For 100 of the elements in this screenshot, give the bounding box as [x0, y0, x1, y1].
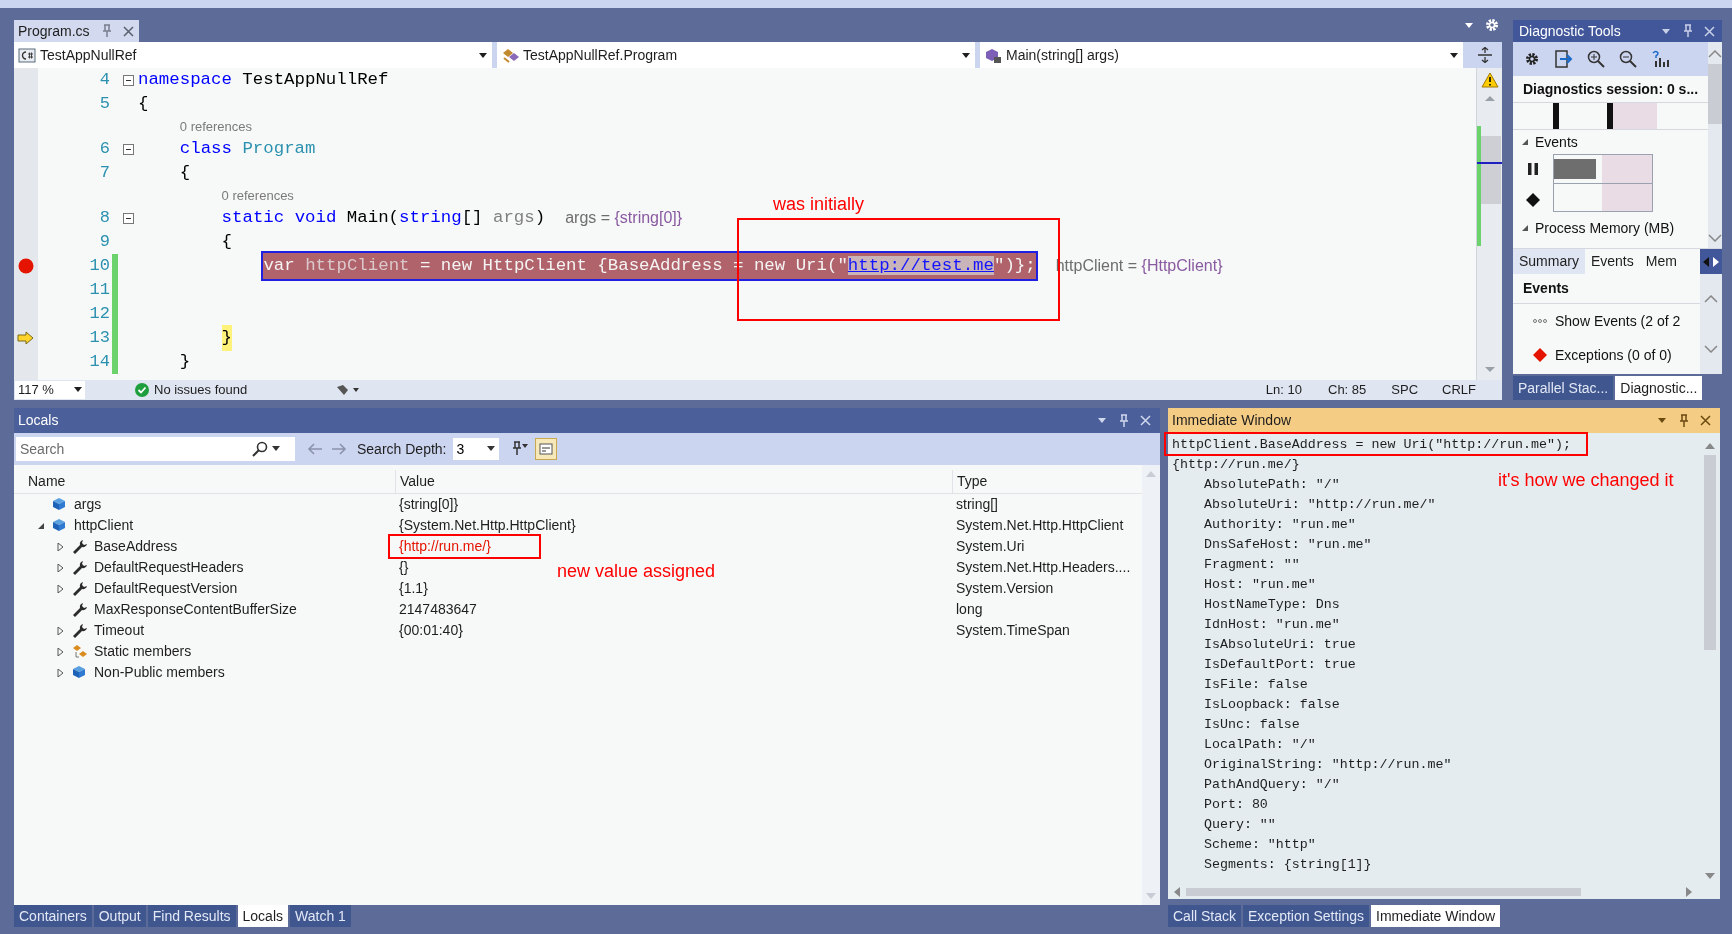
tab[interactable]: Exception Settings [1243, 905, 1369, 927]
variable-value[interactable]: {http://run.me/} [399, 536, 491, 557]
settings-icon[interactable] [1484, 17, 1500, 33]
tab[interactable]: Containers [14, 905, 92, 927]
brush-icon[interactable] [335, 383, 360, 397]
collapse-icon[interactable] [122, 212, 134, 224]
column-header[interactable]: Name [14, 470, 395, 493]
code-text: { [138, 92, 149, 115]
scroll-up-icon[interactable] [1704, 295, 1718, 303]
scroll-down-icon[interactable] [1705, 873, 1715, 879]
collapsed-icon[interactable] [57, 668, 65, 677]
tab[interactable]: Output [93, 905, 146, 927]
zoom-dropdown[interactable]: 117 % [15, 381, 85, 399]
command-text[interactable]: httpClient.BaseAddress = new Uri("http://run.me"); [1172, 435, 1700, 455]
variable-value[interactable]: {string[0]} [399, 494, 459, 515]
variable-value[interactable]: {System.Net.Http.HttpClient} [399, 515, 576, 536]
filter-link[interactable]: Exceptions (0 of 0) [1555, 344, 1672, 366]
search-depth-dropdown[interactable]: 3 [452, 438, 499, 460]
collapse-icon[interactable] [122, 143, 134, 155]
navigation-dropdown[interactable]: TestAppNullRef.Program [497, 42, 975, 68]
scroll-right-icon[interactable] [1686, 887, 1692, 897]
search-field[interactable]: Search [16, 437, 252, 461]
scroll-thumb[interactable] [1704, 455, 1716, 650]
line-indicator[interactable]: Ln: 10 [1265, 380, 1302, 400]
column-indicator[interactable]: Ch: 85 [1328, 380, 1367, 400]
pin-icon[interactable] [1677, 413, 1689, 428]
code-text: [] [461, 206, 484, 229]
variable-value[interactable]: {1.1} [399, 578, 428, 599]
scrollbar[interactable] [1700, 274, 1722, 374]
section-header[interactable]: Process Memory (MB) [1535, 217, 1675, 239]
line-number: 13 [89, 328, 110, 348]
pin-icon[interactable] [1117, 413, 1129, 428]
variable-name: args [74, 495, 102, 514]
output-text: Query: "" [1204, 816, 1276, 834]
code-text: args [492, 206, 535, 229]
close-icon[interactable] [1699, 414, 1712, 427]
scrollbar[interactable] [1708, 42, 1722, 248]
filter-link[interactable]: Show Events (2 of 2 [1555, 310, 1681, 332]
scroll-down-icon[interactable] [1708, 234, 1722, 242]
warning-icon[interactable] [1480, 72, 1499, 88]
whitespace-indicator[interactable]: SPC [1391, 380, 1419, 400]
split-icon[interactable] [1477, 47, 1493, 63]
scrollbar[interactable] [1168, 885, 1720, 899]
section-header[interactable]: Events [1535, 131, 1578, 153]
variable-value[interactable]: 2147483647 [399, 599, 477, 620]
navigation-dropdown[interactable]: Main(string[] args) [980, 42, 1463, 68]
tab[interactable]: Call Stack [1168, 905, 1242, 927]
close-icon[interactable] [121, 24, 135, 38]
dropdown-icon[interactable] [1657, 416, 1667, 425]
search-options-button[interactable] [252, 437, 295, 461]
tab-scroll-control[interactable] [1700, 249, 1722, 274]
line-ending-indicator[interactable]: CRLF [1442, 380, 1476, 400]
collapse-icon[interactable] [122, 74, 134, 86]
codelens-text[interactable]: 0 references [179, 116, 253, 137]
scroll-thumb[interactable] [1708, 64, 1722, 124]
dropdown-icon[interactable] [1464, 20, 1474, 30]
expanded-icon[interactable] [1521, 224, 1529, 232]
scroll-down-icon[interactable] [1704, 345, 1718, 353]
collapsed-icon[interactable] [57, 542, 65, 551]
breakpoint-icon[interactable] [18, 258, 34, 274]
collapsed-icon[interactable] [57, 647, 65, 656]
bar-chart-icon[interactable] [1651, 50, 1669, 68]
scroll-up-icon[interactable] [1705, 443, 1715, 449]
issues-status[interactable]: No issues found [154, 380, 248, 400]
zoom-out-icon[interactable] [1619, 50, 1637, 68]
settings-icon[interactable] [1523, 50, 1541, 68]
tab[interactable]: Find Results [147, 905, 236, 927]
navigation-dropdown[interactable]: TestAppNullRef [14, 42, 492, 68]
collapsed-icon[interactable] [57, 626, 65, 635]
tab[interactable]: Parallel Stac... [1513, 376, 1614, 400]
expanded-icon[interactable] [37, 521, 45, 530]
tab[interactable]: Summary [1513, 249, 1585, 274]
pin-filter-icon[interactable] [510, 440, 529, 458]
document-tab[interactable]: Program.cs [14, 20, 139, 42]
dropdown-icon[interactable] [1661, 26, 1671, 36]
scroll-thumb[interactable] [1186, 888, 1581, 896]
dropdown-icon[interactable] [1097, 416, 1107, 425]
expanded-icon[interactable] [1521, 138, 1529, 146]
collapsed-icon[interactable] [57, 584, 65, 593]
scroll-up-icon[interactable] [1708, 50, 1722, 58]
tab[interactable]: Watch 1 [290, 905, 351, 927]
export-icon[interactable] [1555, 50, 1573, 68]
pin-icon[interactable] [1681, 24, 1693, 38]
tab[interactable]: Mem [1639, 249, 1683, 274]
variable-value[interactable]: {00:01:40} [399, 620, 463, 641]
variable-value[interactable]: {} [399, 557, 409, 578]
tab[interactable]: Events [1584, 249, 1640, 274]
annotation-text: was initially [773, 193, 865, 216]
tab[interactable]: Immediate Window [1371, 905, 1501, 927]
tab-view-icon[interactable] [534, 438, 557, 460]
zoom-in-icon[interactable] [1587, 50, 1605, 68]
codelens-text[interactable]: 0 references [221, 185, 294, 206]
panel-title: Locals [18, 411, 59, 430]
datatip-text[interactable]: args = {string[0]} [565, 206, 683, 230]
tab[interactable]: Locals [237, 905, 288, 927]
column-header[interactable]: Value [395, 470, 952, 493]
collapsed-icon[interactable] [57, 563, 65, 572]
scroll-left-icon[interactable] [1174, 887, 1180, 897]
cube-icon [52, 496, 68, 513]
tab[interactable]: Diagnostic... [1615, 376, 1703, 400]
